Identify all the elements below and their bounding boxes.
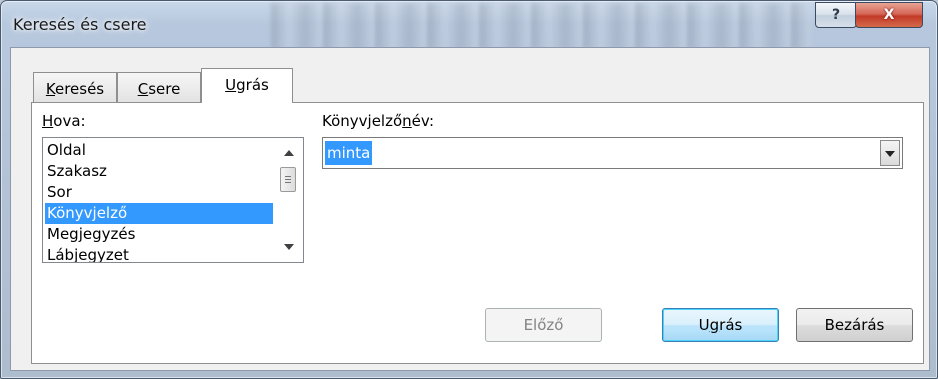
listbox-scrollbar[interactable] <box>275 138 303 262</box>
goto-what-label: Hova: <box>42 112 86 130</box>
scroll-up-icon[interactable] <box>284 150 294 156</box>
dialog-client-area: Keresés Csere Ugrás Hova: Oldal Szakasz … <box>10 47 930 371</box>
chevron-down-icon <box>885 151 895 157</box>
previous-button[interactable]: Előző <box>485 308 602 342</box>
bookmark-name-label: Könyvjelzőnév: <box>322 112 435 130</box>
scroll-thumb[interactable] <box>280 167 296 192</box>
close-icon: X <box>883 7 895 23</box>
goto-panel: Hova: Oldal Szakasz Sor Könyvjelző Megje… <box>31 102 924 364</box>
list-item[interactable]: Lábjegyzet <box>45 245 273 262</box>
close-window-button[interactable]: X <box>855 2 923 28</box>
list-item-selected[interactable]: Könyvjelző <box>45 203 273 224</box>
list-item[interactable]: Szakasz <box>45 161 273 182</box>
title-bar[interactable]: Keresés és csere ? X <box>1 1 937 47</box>
tab-replace[interactable]: Csere <box>117 72 201 102</box>
list-item[interactable]: Oldal <box>45 140 273 161</box>
dialog-window: Keresés és csere ? X Keresés Csere Ugrás… <box>0 0 938 379</box>
bookmark-name-value[interactable]: minta <box>325 141 373 165</box>
list-item[interactable]: Megjegyzés <box>45 224 273 245</box>
list-item[interactable]: Sor <box>45 182 273 203</box>
goto-button[interactable]: Ugrás <box>662 308 779 342</box>
window-title: Keresés és csere <box>13 15 147 34</box>
help-button[interactable]: ? <box>815 2 857 28</box>
combobox-dropdown-button[interactable] <box>880 140 900 166</box>
tab-goto[interactable]: Ugrás <box>201 68 293 103</box>
help-icon: ? <box>831 7 841 23</box>
tab-search[interactable]: Keresés <box>33 72 117 102</box>
bookmark-name-combobox[interactable]: minta <box>322 137 903 169</box>
close-button[interactable]: Bezárás <box>796 308 913 342</box>
goto-what-listbox[interactable]: Oldal Szakasz Sor Könyvjelző Megjegyzés … <box>42 137 304 263</box>
scroll-down-icon[interactable] <box>284 244 294 250</box>
